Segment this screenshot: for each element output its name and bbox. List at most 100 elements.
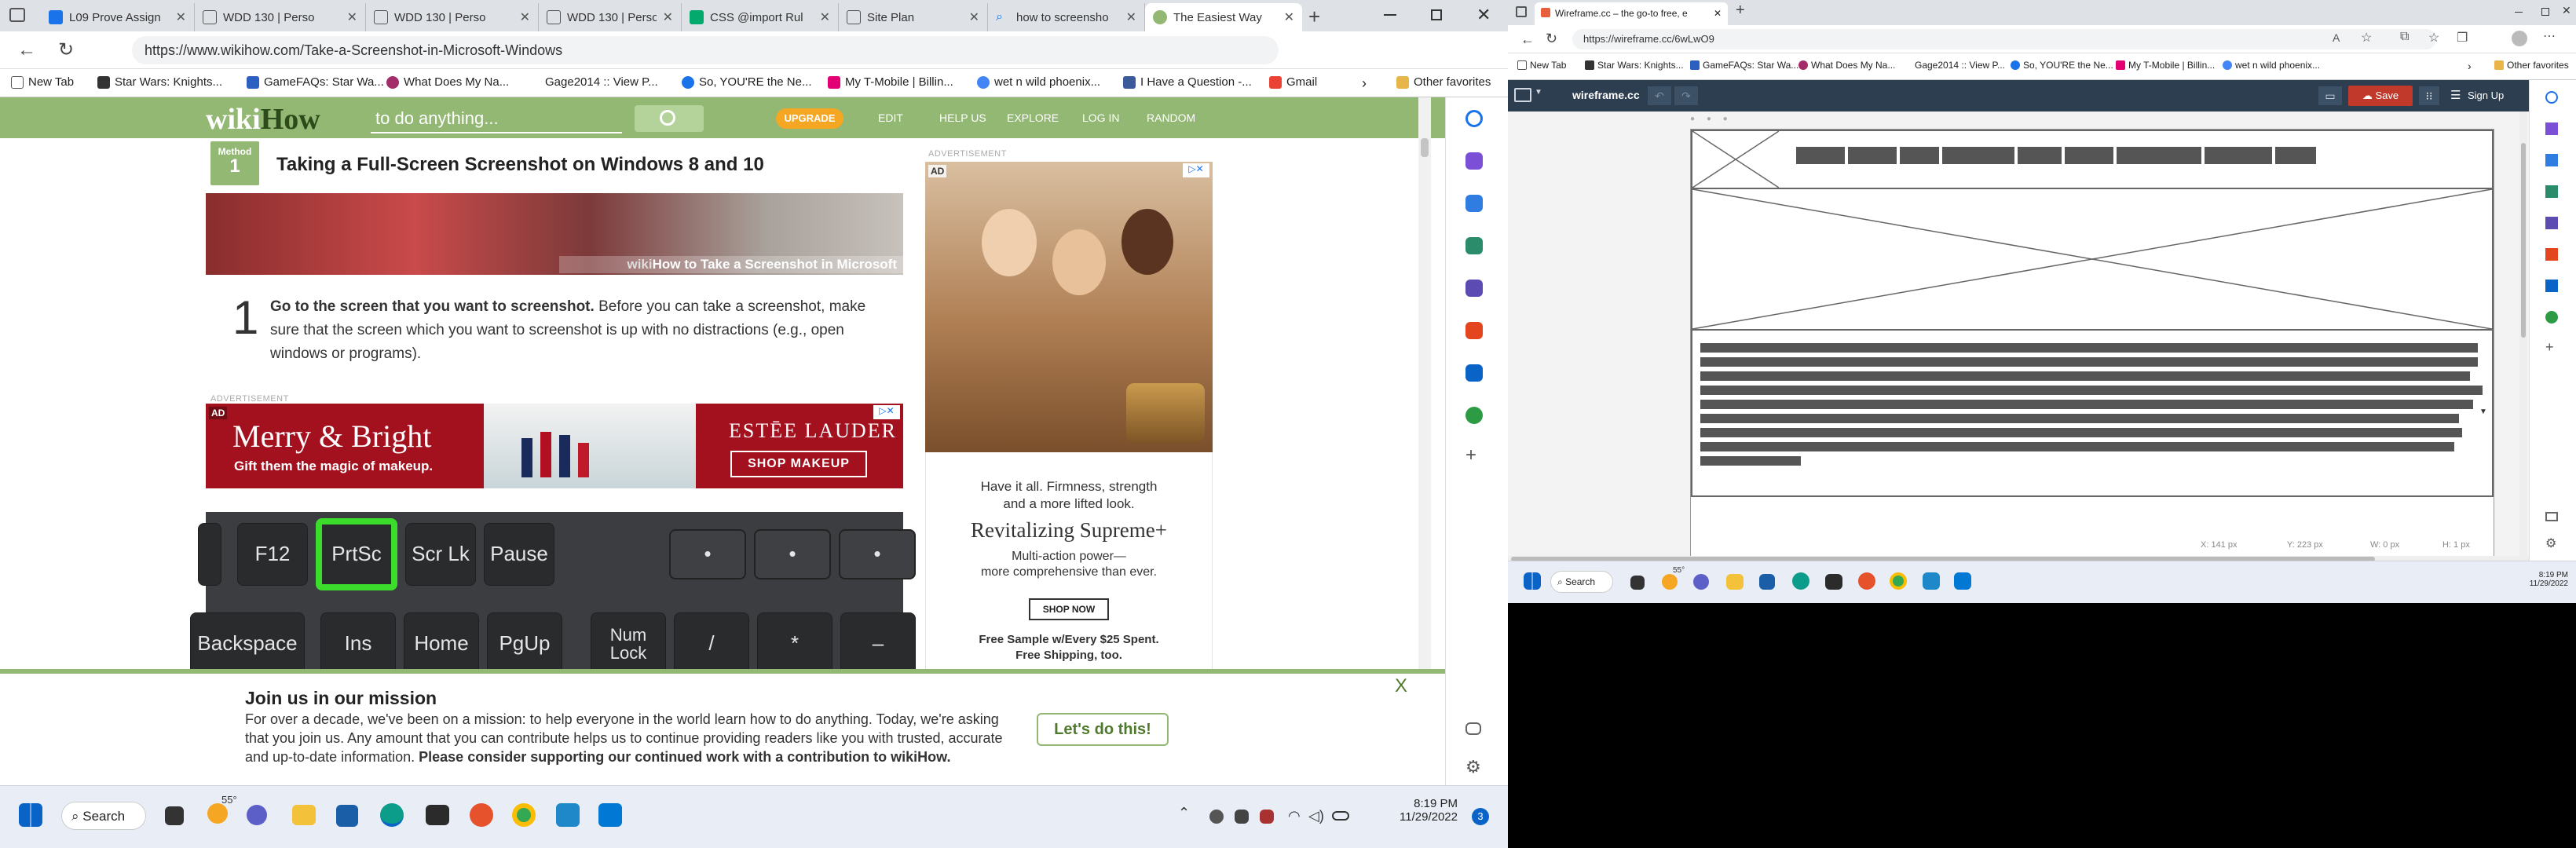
- maximize-icon[interactable]: [1431, 9, 1442, 20]
- chrome-icon[interactable]: [512, 803, 536, 827]
- shop-makeup-button[interactable]: SHOP MAKEUP: [730, 451, 867, 477]
- chrome-icon[interactable]: [1890, 572, 1907, 590]
- office-icon[interactable]: [1465, 322, 1483, 339]
- file-explorer-icon[interactable]: [1726, 574, 1744, 590]
- bookmark-item[interactable]: wet n wild phoenix...: [977, 75, 1100, 89]
- bookmark-item[interactable]: New Tab: [11, 75, 74, 89]
- close-icon[interactable]: ✕: [520, 9, 530, 25]
- add-icon[interactable]: +: [2545, 339, 2554, 356]
- vscode-icon[interactable]: [598, 803, 622, 827]
- close-icon[interactable]: ✕: [969, 9, 979, 25]
- store-icon[interactable]: [1759, 574, 1775, 590]
- tab-actions-icon[interactable]: [1516, 6, 1527, 17]
- undo-icon[interactable]: ↶: [1648, 86, 1671, 105]
- close-icon[interactable]: ✕: [820, 9, 830, 25]
- tab-3[interactable]: WDD 130 | Perso ✕: [539, 3, 682, 31]
- task-view-icon[interactable]: [1630, 576, 1645, 590]
- bookmark-item[interactable]: GameFAQs: Star Wa...: [247, 75, 384, 89]
- close-icon[interactable]: ✕: [347, 9, 357, 25]
- bookmark-item[interactable]: My T-Mobile | Billin...: [2116, 60, 2215, 71]
- nav-random[interactable]: RANDOM: [1147, 111, 1195, 124]
- tools-icon[interactable]: [1465, 237, 1483, 254]
- tab-1[interactable]: WDD 130 | Perso ✕: [195, 3, 366, 31]
- extensions-icon[interactable]: ⧉: [2400, 30, 2409, 44]
- windows-start-icon[interactable]: [19, 803, 42, 827]
- refresh-icon[interactable]: ↻: [1546, 31, 1557, 47]
- close-icon[interactable]: ✕: [1714, 8, 1722, 20]
- vertical-scrollbar[interactable]: [2519, 111, 2527, 556]
- firefox-icon[interactable]: [1858, 572, 1875, 590]
- wikihow-logo[interactable]: wikiHow: [206, 102, 320, 137]
- minimize-icon[interactable]: [2515, 12, 2523, 13]
- adchoices-icon[interactable]: ▷✕: [1183, 163, 1209, 177]
- outlook-icon[interactable]: [2545, 280, 2558, 292]
- adchoices-icon[interactable]: ▷✕: [873, 405, 900, 419]
- bookmark-item[interactable]: My T-Mobile | Billin...: [828, 75, 953, 89]
- edge-icon[interactable]: [380, 803, 404, 827]
- copilot-icon[interactable]: [1465, 152, 1483, 170]
- other-favorites[interactable]: Other favorites: [1396, 75, 1491, 89]
- grid-icon[interactable]: ⁝⁝: [2419, 86, 2439, 105]
- task-view-icon[interactable]: [165, 806, 184, 825]
- bookmark-item[interactable]: wet n wild phoenix...: [2223, 60, 2320, 71]
- close-icon[interactable]: ✕: [176, 9, 186, 25]
- settings-gear-icon[interactable]: ⚙: [2545, 535, 2556, 551]
- chat-icon[interactable]: [1693, 574, 1709, 590]
- shopping-icon[interactable]: [1465, 195, 1483, 212]
- tray-app-icon[interactable]: [1209, 810, 1224, 824]
- lets-do-this-button[interactable]: Let's do this!: [1037, 713, 1169, 746]
- bookmark-item[interactable]: What Does My Na...: [1798, 60, 1895, 71]
- new-tab-button[interactable]: +: [1736, 2, 1745, 20]
- tree-icon[interactable]: [2545, 311, 2558, 323]
- weather-icon[interactable]: [1662, 574, 1678, 590]
- back-icon[interactable]: ←: [1520, 31, 1535, 48]
- nav-log-in[interactable]: LOG IN: [1082, 111, 1119, 124]
- tab-actions-icon[interactable]: [9, 8, 25, 22]
- close-window-icon[interactable]: ✕: [1476, 5, 1491, 25]
- back-icon[interactable]: ←: [17, 39, 36, 61]
- copilot-icon[interactable]: [2545, 122, 2558, 135]
- bookmark-item[interactable]: GameFAQs: Star Wa...: [1690, 60, 1798, 71]
- taskbar-search[interactable]: ⌕ Search: [61, 802, 146, 830]
- outlook-icon[interactable]: [1465, 364, 1483, 382]
- page-settings-icon[interactable]: [1514, 88, 1531, 102]
- comment-icon[interactable]: ▭: [2318, 86, 2342, 105]
- bookmark-item[interactable]: I Have a Question -...: [1123, 75, 1252, 89]
- scroll-thumb[interactable]: [2521, 143, 2526, 338]
- close-window-icon[interactable]: ✕: [2562, 4, 2571, 17]
- search-icon[interactable]: [1465, 110, 1483, 127]
- bookmark-item[interactable]: Star Wars: Knights...: [1585, 60, 1684, 71]
- taskbar-clock[interactable]: 8:19 PM 11/29/2022: [2505, 571, 2568, 588]
- tab-6[interactable]: ⌕ how to screensho ✕: [988, 3, 1145, 31]
- office-icon[interactable]: [2545, 248, 2558, 261]
- sign-up-link[interactable]: Sign Up: [2468, 90, 2504, 101]
- search-input[interactable]: to do anything...: [371, 107, 622, 133]
- nav-edit[interactable]: EDIT: [878, 111, 903, 124]
- chat-icon[interactable]: [247, 805, 267, 825]
- scroll-thumb[interactable]: [1421, 138, 1429, 157]
- taskbar-clock[interactable]: 8:19 PM 11/29/2022: [1382, 797, 1458, 824]
- tab-0[interactable]: L09 Prove Assign ✕: [41, 3, 195, 31]
- split-screen-icon[interactable]: [1465, 722, 1481, 735]
- tab-4[interactable]: CSS @import Rul ✕: [682, 3, 839, 31]
- settings-gear-icon[interactable]: ⚙: [1465, 757, 1486, 777]
- snipping-tool-icon[interactable]: [556, 803, 580, 827]
- vscode-icon[interactable]: [1954, 572, 1971, 590]
- bookmark-item[interactable]: Star Wars: Knights...: [97, 75, 222, 89]
- bookmark-item[interactable]: Gmail: [1269, 75, 1317, 89]
- notification-badge[interactable]: 3: [1472, 808, 1489, 825]
- new-tab-button[interactable]: +: [1308, 5, 1320, 29]
- games-icon[interactable]: [2545, 217, 2558, 229]
- favorites-icon[interactable]: ☆: [2428, 30, 2439, 46]
- snipping-tool-icon[interactable]: [1923, 572, 1940, 590]
- tools-icon[interactable]: [2545, 185, 2558, 198]
- image-placeholder[interactable]: [1691, 188, 2494, 331]
- read-aloud-icon[interactable]: A: [2333, 31, 2340, 44]
- refresh-icon[interactable]: ↻: [58, 38, 74, 61]
- wireframe-page[interactable]: ▼: [1690, 129, 2494, 568]
- tray-app-icon[interactable]: [1235, 810, 1249, 824]
- chevron-down-icon[interactable]: ▼: [1535, 88, 1542, 97]
- search-icon[interactable]: [2545, 91, 2558, 104]
- address-bar[interactable]: https://www.wikihow.com/Take-a-Screensho…: [132, 36, 1279, 64]
- tree-icon[interactable]: [1465, 407, 1483, 424]
